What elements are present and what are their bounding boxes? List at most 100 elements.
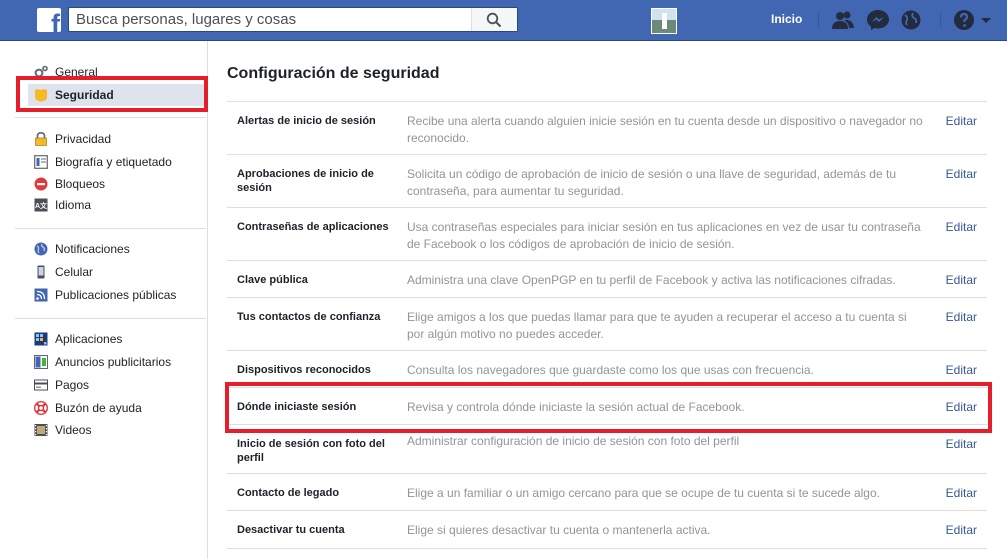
search-icon xyxy=(486,12,502,28)
gear-icon xyxy=(34,65,48,78)
home-link[interactable]: Inicio xyxy=(771,12,802,26)
setting-description: Administra una clave OpenPGP en tu perfi… xyxy=(407,273,896,287)
sidebar-item-label: Privacidad xyxy=(55,132,112,146)
sidebar-item-label: Bloqueos xyxy=(55,177,106,191)
sidebar-item-language[interactable]: A文 Idioma xyxy=(28,194,206,216)
sidebar-item-timeline[interactable]: Biografía y etiquetado xyxy=(28,151,206,173)
sidebar-item-label: Videos xyxy=(55,423,92,437)
edit-link[interactable]: Editar xyxy=(946,437,977,451)
nav-divider xyxy=(818,12,819,28)
setting-label: Desactivar tu cuenta xyxy=(237,524,345,536)
setting-label: Inicio de sesión con foto del perfil xyxy=(237,438,385,464)
edit-link[interactable]: Editar xyxy=(946,310,977,324)
block-icon xyxy=(34,177,48,191)
sidebar-item-label: Biografía y etiquetado xyxy=(55,155,172,169)
ads-icon xyxy=(34,355,48,369)
setting-row-deactivate-account: Desactivar tu cuenta Elige si quieres de… xyxy=(227,511,987,549)
nav-divider xyxy=(940,12,941,28)
edit-link[interactable]: Editar xyxy=(946,114,977,128)
setting-row-login-approvals: Aprobaciones de inicio de sesión Solicit… xyxy=(227,155,987,208)
sidebar-divider xyxy=(15,318,206,319)
sidebar-item-label: General xyxy=(55,65,98,79)
profile-avatar[interactable] xyxy=(651,8,677,34)
film-icon xyxy=(34,424,48,436)
sidebar-item-label: Buzón de ayuda xyxy=(55,401,142,415)
help-icon[interactable] xyxy=(953,9,977,31)
timeline-icon xyxy=(34,155,48,169)
sidebar-item-label: Notificaciones xyxy=(55,242,130,256)
apps-icon xyxy=(34,332,48,346)
setting-description: Revisa y controla dónde iniciaste la ses… xyxy=(407,400,745,414)
sidebar-item-payments[interactable]: Pagos xyxy=(28,374,206,396)
mobile-icon xyxy=(37,265,45,279)
credit-card-icon xyxy=(34,379,48,391)
edit-link[interactable]: Editar xyxy=(946,486,977,500)
sidebar-item-label: Pagos xyxy=(55,378,90,392)
sidebar-item-support-inbox[interactable]: Buzón de ayuda xyxy=(28,397,206,419)
svg-text:A文: A文 xyxy=(35,201,48,210)
search-input[interactable] xyxy=(69,8,476,31)
edit-link[interactable]: Editar xyxy=(946,363,977,377)
sidebar-item-public-posts[interactable]: Publicaciones públicas xyxy=(28,284,206,306)
edit-link[interactable]: Editar xyxy=(946,523,977,537)
top-navigation-bar: f Inicio xyxy=(0,0,1007,41)
setting-description: Usa contraseñas especiales para iniciar … xyxy=(407,220,921,251)
setting-label: Dispositivos reconocidos xyxy=(237,364,371,376)
setting-row-trusted-contacts: Tus contactos de confianza Elige amigos … xyxy=(227,298,987,351)
setting-row-app-passwords: Contraseñas de aplicaciones Usa contrase… xyxy=(227,208,987,261)
setting-label: Contraseñas de aplicaciones xyxy=(237,221,389,233)
edit-link[interactable]: Editar xyxy=(946,400,977,414)
edit-link[interactable]: Editar xyxy=(946,273,977,287)
setting-label: Aprobaciones de inicio de sesión xyxy=(237,168,374,194)
sidebar-item-security[interactable]: Seguridad xyxy=(28,84,206,106)
setting-label: Clave pública xyxy=(237,274,308,286)
sidebar-item-label: Anuncios publicitarios xyxy=(55,355,172,369)
language-icon: A文 xyxy=(34,198,48,212)
setting-row-where-logged-in: Dónde iniciaste sesión Revisa y controla… xyxy=(227,388,987,425)
messenger-icon[interactable] xyxy=(866,9,890,31)
setting-description: Consulta los navegadores que guardaste c… xyxy=(407,363,814,377)
sidebar-item-label: Seguridad xyxy=(55,88,114,102)
setting-description: Administrar configuración de inicio de s… xyxy=(407,434,740,448)
search-button[interactable] xyxy=(471,8,517,31)
setting-row-login-alerts: Alertas de inicio de sesión Recibe una a… xyxy=(227,102,987,155)
edit-link[interactable]: Editar xyxy=(946,167,977,181)
setting-label: Contacto de legado xyxy=(237,487,340,499)
security-badge-icon xyxy=(35,89,47,102)
sidebar-item-label: Aplicaciones xyxy=(55,332,123,346)
lifebuoy-icon xyxy=(34,401,48,415)
sidebar-item-ads[interactable]: Anuncios publicitarios xyxy=(28,351,206,373)
friend-requests-icon[interactable] xyxy=(831,9,855,31)
sidebar-item-mobile[interactable]: Celular xyxy=(28,261,206,283)
globe-icon xyxy=(34,242,48,256)
rss-icon xyxy=(34,288,48,302)
chevron-down-icon[interactable] xyxy=(980,9,992,31)
search-box xyxy=(68,7,518,32)
setting-row-profile-picture-login: Inicio de sesión con foto del perfil Adm… xyxy=(227,425,987,474)
lock-icon xyxy=(35,132,47,146)
sidebar-item-label: Idioma xyxy=(55,198,92,212)
setting-row-public-key: Clave pública Administra una clave OpenP… xyxy=(227,261,987,298)
sidebar-divider xyxy=(15,228,206,229)
setting-label: Tus contactos de confianza xyxy=(237,311,381,323)
sidebar-item-notifications[interactable]: Notificaciones xyxy=(28,238,206,260)
sidebar-item-blocking[interactable]: Bloqueos xyxy=(28,173,206,195)
setting-row-recognized-devices: Dispositivos reconocidos Consulta los na… xyxy=(227,351,987,388)
setting-description: Elige si quieres desactivar tu cuenta o … xyxy=(407,523,711,537)
setting-description: Elige amigos a los que puedas llamar par… xyxy=(407,310,907,341)
sidebar-item-apps[interactable]: Aplicaciones xyxy=(28,328,206,350)
sidebar-item-label: Publicaciones públicas xyxy=(55,288,177,302)
setting-description: Solicita un código de aprobación de inic… xyxy=(407,167,896,198)
sidebar-divider xyxy=(15,117,206,118)
edit-link[interactable]: Editar xyxy=(946,220,977,234)
setting-label: Dónde iniciaste sesión xyxy=(237,401,357,413)
setting-description: Elige a un familiar o un amigo cercano p… xyxy=(407,486,880,500)
facebook-logo-icon[interactable]: f xyxy=(37,8,61,32)
sidebar-item-label: Celular xyxy=(55,265,94,279)
sidebar-item-videos[interactable]: Videos xyxy=(28,419,206,441)
sidebar-item-privacy[interactable]: Privacidad xyxy=(28,128,206,150)
notifications-globe-icon[interactable] xyxy=(899,9,923,31)
setting-label: Alertas de inicio de sesión xyxy=(237,115,376,127)
sidebar-item-general[interactable]: General xyxy=(28,61,206,83)
page-title: Configuración de seguridad xyxy=(227,65,440,82)
